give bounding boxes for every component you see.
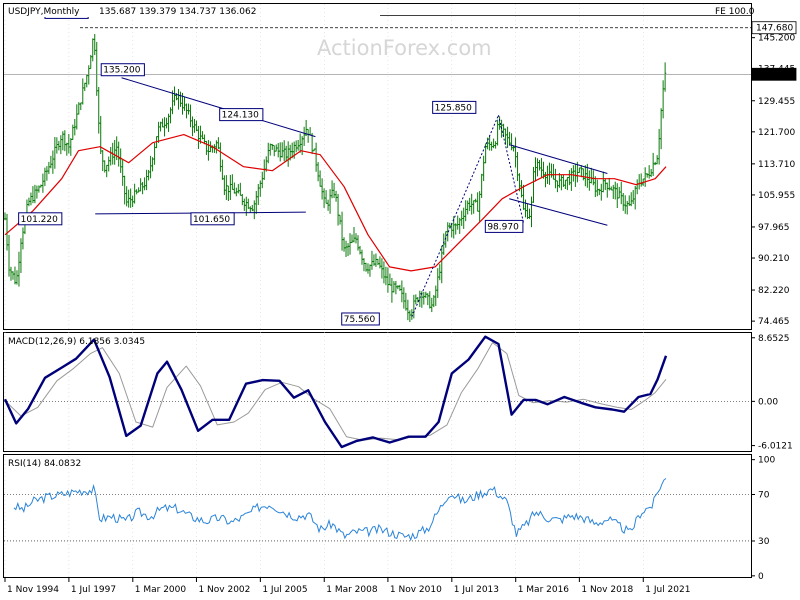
x-tick-label: 1 Nov 2002 xyxy=(198,585,250,595)
price-label: 75.560 xyxy=(344,315,376,325)
y-tick-label: 129.455 xyxy=(758,97,795,107)
price-label: 98.970 xyxy=(487,222,519,232)
x-tick-label: 1 Jul 1997 xyxy=(71,585,116,595)
y-tick-label: 90.210 xyxy=(758,254,790,264)
x-tick-label: 1 Jul 2021 xyxy=(645,585,690,595)
right-price-label: 147.680 xyxy=(756,24,793,34)
rsi-title: RSI(14) 84.0832 xyxy=(8,459,81,469)
y-tick-label: 97.965 xyxy=(758,223,790,233)
rsi-y-tick-label: 0 xyxy=(758,572,764,582)
y-tick-label: 145.200 xyxy=(758,34,795,44)
price-header: USDJPY,Monthly 135.687 139.379 134.737 1… xyxy=(5,5,256,17)
y-tick-label: 74.465 xyxy=(758,317,790,327)
x-tick-label: 1 Mar 2016 xyxy=(518,585,570,595)
macd-y-tick-label: 8.6525 xyxy=(758,334,790,344)
rsi-y-tick-label: 70 xyxy=(758,491,770,501)
x-tick-label: 1 Jul 2013 xyxy=(454,585,499,595)
y-tick-label: 82.220 xyxy=(758,286,790,296)
watermark: ActionForex.com xyxy=(317,36,492,60)
rsi-y-tick-label: 100 xyxy=(758,456,775,466)
x-tick-label: 1 Nov 1994 xyxy=(7,585,59,595)
price-label: 101.650 xyxy=(193,215,230,225)
x-tick-label: 1 Nov 2010 xyxy=(390,585,442,595)
price-label: 101.220 xyxy=(21,215,58,225)
macd-title: MACD(12,26,9) 6.1856 3.0345 xyxy=(8,337,145,347)
symbol-label: USDJPY,Monthly xyxy=(8,7,80,17)
price-label: 125.850 xyxy=(435,103,472,113)
y-tick-label: 121.700 xyxy=(758,128,795,138)
fe-label: FE 100.0 xyxy=(715,7,755,17)
x-tick-label: 1 Jul 2005 xyxy=(262,585,307,595)
x-tick-label: 1 Nov 2018 xyxy=(581,585,633,595)
x-tick-label: 1 Mar 2008 xyxy=(326,585,378,595)
ohlc-label: 135.687 139.379 134.737 136.062 xyxy=(99,7,256,17)
macd-y-tick-label: -6.0121 xyxy=(758,442,793,452)
y-tick-label: 105.955 xyxy=(758,191,795,201)
y-tick-label: 137.445 xyxy=(758,65,795,75)
x-tick-label: 1 Mar 2000 xyxy=(135,585,187,595)
price-label: 135.200 xyxy=(103,66,140,76)
chart-canvas: ActionForex.com 147.680 135.200 124.130 125… xyxy=(0,0,800,600)
rsi-y-tick-label: 30 xyxy=(758,537,770,547)
y-tick-label: 113.710 xyxy=(758,160,795,170)
macd-y-tick-label: 0.00 xyxy=(758,397,778,407)
price-label: 124.130 xyxy=(222,111,259,121)
